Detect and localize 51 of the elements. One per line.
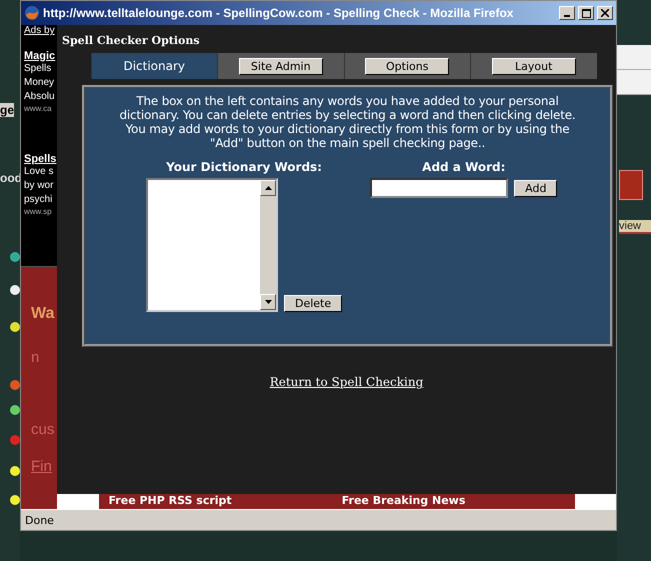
page-tab[interactable]: view [619,220,651,234]
close-icon [601,9,609,17]
tab[interactable]: Layout [470,53,596,79]
ad-url: www.sp [24,207,53,216]
tab-button[interactable]: Options [365,58,450,74]
ad-text: Spells [24,62,52,76]
tab-button[interactable]: Layout [492,58,576,74]
maximize-button[interactable] [578,6,594,20]
browser-logo-icon [24,5,40,21]
scroll-down-button[interactable] [260,294,276,310]
add-word-field[interactable] [370,178,508,198]
return-link[interactable]: Return to Spell Checking [270,375,424,389]
scrollbar[interactable] [260,180,276,310]
add-word-label: Add a Word: [422,160,506,174]
footer-link[interactable]: Free Breaking News [342,494,466,509]
ad-text: Love s [24,165,54,179]
tab-button[interactable]: Site Admin [238,58,323,74]
background-bar [617,70,651,95]
page-text-fragment: cus [31,421,56,438]
ad-text: by wor [24,179,54,193]
footer-link[interactable]: Free PHP RSS script [108,494,232,509]
maximize-icon [582,8,590,18]
tab[interactable]: Site Admin [217,53,344,79]
intro-text: The box on the left contains any words you have added to your personal dictionary. You can delete entries by selecting a word and then clicking delete. You may add words to your dictionary directly from this form or by using the "Add" button on the main spell checking page.. [118,94,577,150]
ad-url: www.ca [24,104,53,113]
page-title: Spell Checker Options [62,34,200,47]
ad-text: Money [24,76,56,90]
window-title: http://www.telltalelounge.com - SpellingCow.com - Spelling Check - Mozilla Firefox [43,6,514,20]
dictionary-label: Your Dictionary Words: [166,160,322,174]
background-bar [617,45,651,70]
page-text-fragment: n [31,349,40,366]
delete-button[interactable]: Delete [284,295,342,312]
page-text-fragment: Fin [31,458,53,475]
page-text-fragment: Wa [31,305,56,323]
minimize-button[interactable] [559,6,575,20]
ad-text: Absolu [24,90,56,104]
tab-label: Dictionary [123,59,186,73]
ad-text: psychi [24,193,54,207]
ad-title[interactable]: Magic [24,50,57,62]
tab[interactable]: Dictionary [90,53,217,79]
down-arrow-icon [264,300,272,304]
scroll-up-button[interactable] [260,180,276,196]
page-text-fragment: ge [0,103,14,117]
ads-link[interactable]: Ads by [24,25,57,36]
add-button[interactable]: Add [514,180,558,196]
dictionary-list[interactable] [146,178,278,312]
ad-title[interactable]: Spells [24,153,57,165]
status-text: Done [25,514,54,526]
close-button[interactable] [597,6,613,20]
tab[interactable]: Options [344,53,470,79]
up-arrow-icon [264,186,272,190]
